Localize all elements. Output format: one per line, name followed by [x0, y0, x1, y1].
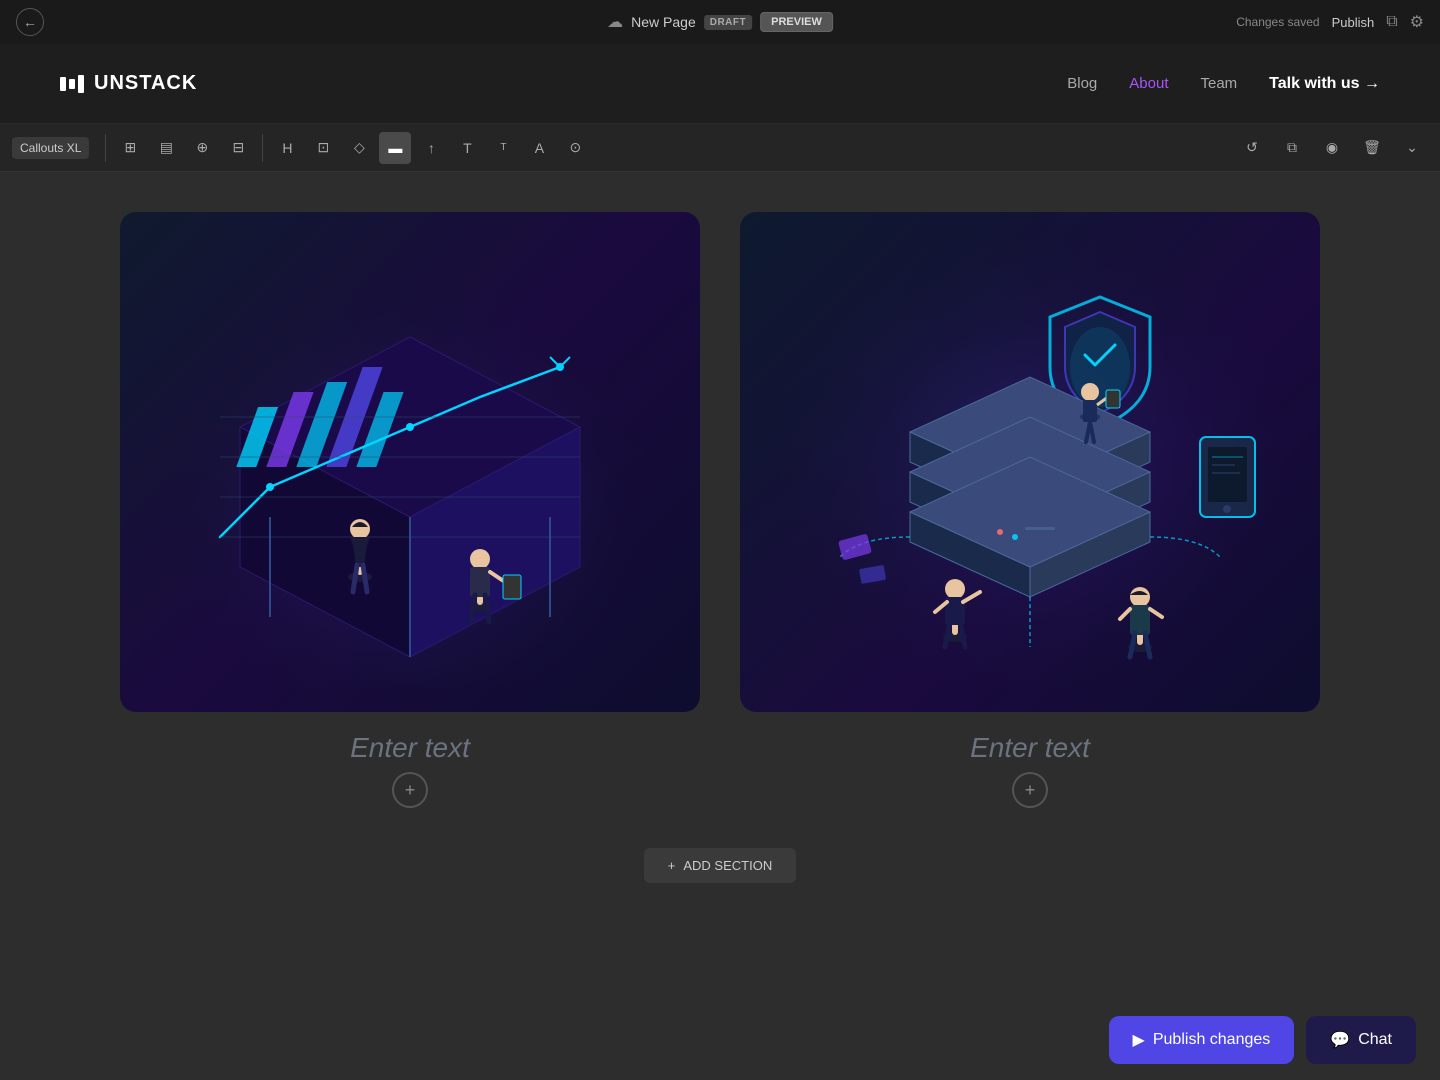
toolbar-undo-btn[interactable]: ↺: [1236, 132, 1268, 164]
toolbar-visibility-btn[interactable]: ◉: [1316, 132, 1348, 164]
site-nav: Blog About Team Talk with us →: [1067, 75, 1380, 93]
toolbar-columns-btn[interactable]: ⊟: [222, 132, 254, 164]
logo-bar-3: [78, 75, 84, 93]
publish-top-button[interactable]: Publish: [1332, 15, 1375, 30]
logo-bar-2: [69, 79, 75, 89]
callout-text-2: Enter text +: [970, 732, 1090, 808]
callout-text-1: Enter text +: [350, 732, 470, 808]
toolbar-right: ↺ ⧉ ◉ 🗑 ⌄: [1236, 132, 1428, 164]
top-bar-right: Changes saved Publish ⧉ ⚙: [1236, 12, 1424, 32]
toolbar-heading-btn[interactable]: H: [271, 132, 303, 164]
draft-badge: DRAFT: [704, 15, 752, 30]
toolbar-divider-1: [105, 134, 106, 162]
toolbar-duplicate-btn[interactable]: ⧉: [1276, 132, 1308, 164]
toolbar-highlight-btn[interactable]: ▬: [379, 132, 411, 164]
page-icon: ☁: [607, 12, 623, 32]
top-bar: ← ☁ New Page DRAFT PREVIEW Changes saved…: [0, 0, 1440, 44]
publish-icon: ▶: [1133, 1030, 1145, 1050]
toolbar: Callouts XL ⊞ ▤ ⊕ ⊟ H ⊡ ◇ ▬ ↑ T T A ⊙ ↺ …: [0, 124, 1440, 172]
add-section-icon: +: [668, 858, 676, 873]
add-section-bar: + ADD SECTION: [80, 848, 1360, 883]
enter-text-2[interactable]: Enter text: [970, 732, 1090, 764]
changes-saved-label: Changes saved: [1236, 15, 1319, 29]
chat-label: Chat: [1358, 1031, 1392, 1049]
logo-bar-1: [60, 77, 66, 91]
toolbar-layout-btn[interactable]: ▤: [150, 132, 182, 164]
callout-card-2: Enter text +: [740, 212, 1320, 808]
top-bar-center: ☁ New Page DRAFT PREVIEW: [607, 12, 833, 32]
section-label: Callouts XL: [12, 137, 89, 159]
nav-item-about[interactable]: About: [1129, 75, 1168, 92]
duplicate-icon[interactable]: ⧉: [1386, 13, 1397, 31]
toolbar-move-btn[interactable]: ⊕: [186, 132, 218, 164]
callout-image-analytics[interactable]: [120, 212, 700, 712]
toolbar-color-btn[interactable]: A: [523, 132, 555, 164]
site-logo: UNSTACK: [60, 72, 197, 95]
nav-item-blog[interactable]: Blog: [1067, 75, 1097, 92]
enter-text-1[interactable]: Enter text: [350, 732, 470, 764]
settings-icon[interactable]: ⚙: [1410, 12, 1424, 32]
toolbar-divider-2: [262, 134, 263, 162]
toolbar-grid-btn[interactable]: ⊞: [114, 132, 146, 164]
add-section-label: ADD SECTION: [683, 858, 772, 873]
site-navbar: UNSTACK Blog About Team Talk with us →: [0, 44, 1440, 124]
toolbar-text-small-btn[interactable]: T: [487, 132, 519, 164]
add-section-button[interactable]: + ADD SECTION: [644, 848, 796, 883]
nav-cta-button[interactable]: Talk with us →: [1269, 75, 1380, 93]
chat-button[interactable]: 💬 Chat: [1306, 1016, 1416, 1064]
security-illustration: [740, 212, 1320, 712]
add-content-btn-2[interactable]: +: [1012, 772, 1048, 808]
toolbar-upload-btn[interactable]: ↑: [415, 132, 447, 164]
chat-icon: 💬: [1330, 1030, 1350, 1050]
callout-grid: Enter text +: [120, 212, 1320, 808]
logo-text: UNSTACK: [94, 72, 197, 95]
nav-item-team[interactable]: Team: [1200, 75, 1237, 92]
page-title: New Page: [631, 14, 696, 30]
logo-icon: [60, 75, 84, 93]
back-button[interactable]: ←: [16, 8, 44, 36]
publish-changes-button[interactable]: ▶ Publish changes: [1109, 1016, 1295, 1064]
toolbar-expand-btn[interactable]: ⌄: [1396, 132, 1428, 164]
publish-changes-label: Publish changes: [1153, 1031, 1270, 1049]
toolbar-text-bold-btn[interactable]: T: [451, 132, 483, 164]
top-bar-left: ←: [16, 8, 44, 36]
preview-button[interactable]: PREVIEW: [760, 12, 833, 32]
main-content: Enter text +: [0, 172, 1440, 1072]
callout-image-security[interactable]: [740, 212, 1320, 712]
add-content-btn-1[interactable]: +: [392, 772, 428, 808]
callout-card-1: Enter text +: [120, 212, 700, 808]
security-svg: [769, 237, 1291, 687]
toolbar-delete-btn[interactable]: 🗑: [1356, 132, 1388, 164]
toolbar-image-btn[interactable]: ⊡: [307, 132, 339, 164]
bottom-bar: ▶ Publish changes 💬 Chat: [1085, 1000, 1440, 1080]
toolbar-shape-btn[interactable]: ◇: [343, 132, 375, 164]
analytics-svg: [149, 237, 671, 687]
analytics-illustration: [120, 212, 700, 712]
toolbar-copy-btn[interactable]: ⊙: [559, 132, 591, 164]
